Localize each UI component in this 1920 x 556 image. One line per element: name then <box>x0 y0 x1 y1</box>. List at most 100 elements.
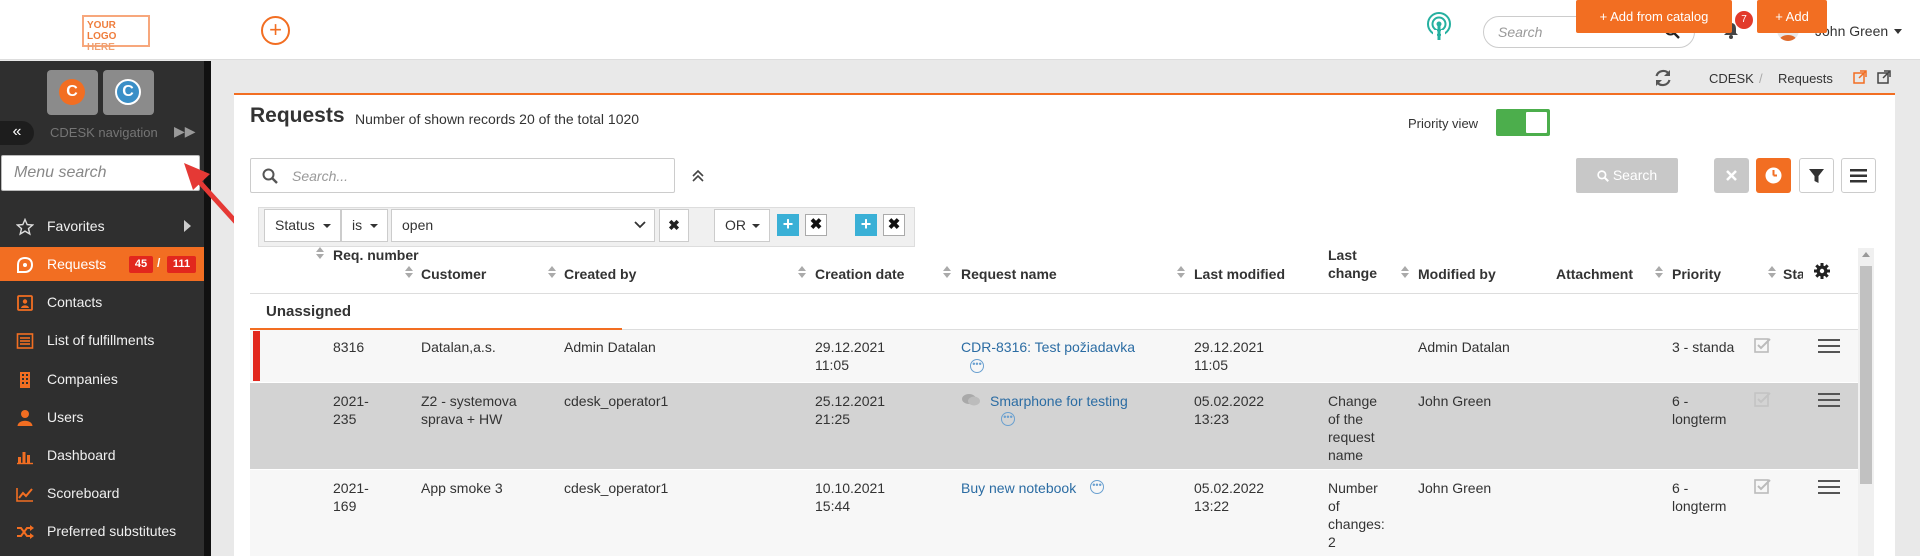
filter-button[interactable] <box>1799 158 1834 193</box>
group-header: Unassigned <box>266 303 352 320</box>
refresh-icon[interactable] <box>1653 68 1673 88</box>
navigation-label: CDESK navigation <box>50 125 158 140</box>
sort-icon[interactable] <box>1401 266 1409 278</box>
column-last-change[interactable]: Last change <box>1328 246 1388 282</box>
filter-operator-select[interactable]: is <box>341 209 388 242</box>
cell-last-change: Change of the request name <box>1328 393 1378 463</box>
comment-icon <box>961 393 981 407</box>
column-modified-by[interactable]: Modified by <box>1418 265 1496 283</box>
logic-operator-select[interactable]: OR <box>714 209 770 242</box>
column-last-modified[interactable]: Last modified <box>1194 265 1285 283</box>
request-link[interactable]: CDR-8316: Test požiadavka <box>961 338 1135 356</box>
column-request-name[interactable]: Request name <box>961 265 1057 283</box>
notification-badge: 7 <box>1735 11 1753 29</box>
cell-customer: App smoke 3 <box>421 480 503 496</box>
menu-button[interactable] <box>1841 158 1876 193</box>
collapse-sidebar-icon[interactable]: « <box>0 121 34 145</box>
remove-group-button[interactable]: ✖ <box>805 214 827 236</box>
user-menu-caret-icon[interactable] <box>1894 29 1902 34</box>
column-creation-date[interactable]: Creation date <box>815 265 904 283</box>
sidebar-item-dashboard[interactable]: Dashboard <box>0 438 204 472</box>
more-options-icon[interactable]: ••• <box>970 357 984 374</box>
add-condition-button[interactable]: + <box>777 214 799 236</box>
more-options-icon[interactable]: ••• <box>1001 410 1015 427</box>
broadcast-icon[interactable] <box>1426 12 1452 42</box>
sort-icon[interactable] <box>405 266 413 278</box>
sidebar-item-companies[interactable]: Companies <box>0 362 204 396</box>
checkbox-edit-icon[interactable] <box>1754 478 1772 494</box>
sort-icon[interactable] <box>316 247 324 259</box>
open-requests-badge: 45 <box>129 256 153 273</box>
column-customer[interactable]: Customer <box>421 265 486 283</box>
menu-search-input[interactable] <box>1 155 200 191</box>
cell-number: 8316 <box>333 339 365 355</box>
search-button[interactable]: Search <box>1576 158 1678 193</box>
filter-value-text: open <box>402 217 434 233</box>
sort-icon[interactable] <box>1177 266 1185 278</box>
quick-add-button[interactable]: + <box>261 16 290 45</box>
sidebar-item-requests[interactable]: Requests 45 / 111 <box>0 247 204 281</box>
row-menu-icon[interactable] <box>1818 479 1840 495</box>
request-link[interactable]: Buy new notebook <box>961 479 1076 497</box>
sidebar-item-favorites[interactable]: Favorites <box>0 209 204 243</box>
cdesk-app-button[interactable]: C <box>47 70 98 115</box>
request-link[interactable]: Smarphone for testing <box>990 392 1128 410</box>
sort-icon[interactable] <box>548 266 556 278</box>
column-priority[interactable]: Priority <box>1672 265 1721 283</box>
filter-field-select[interactable]: Status <box>264 209 341 242</box>
breadcrumb-requests[interactable]: Requests <box>1778 71 1833 86</box>
records-info: Number of shown records 20 of the total … <box>355 111 640 127</box>
sort-icon[interactable] <box>1655 266 1663 278</box>
collapse-filters-icon[interactable] <box>690 168 706 184</box>
column-req-number[interactable]: Req. number <box>333 246 419 264</box>
add-group-button[interactable]: + <box>855 214 877 236</box>
company-logo[interactable]: YOUR LOGO HERE <box>82 15 150 53</box>
cdesk-logo-icon: C <box>59 79 85 105</box>
sort-icon[interactable] <box>1768 266 1776 278</box>
sidebar-item-preferred-substitutes[interactable]: Preferred substitutes <box>0 514 204 548</box>
row-menu-icon[interactable] <box>1818 392 1840 408</box>
scroll-up-icon[interactable] <box>1862 252 1870 257</box>
checkbox-edit-icon[interactable] <box>1754 391 1772 407</box>
sidebar-item-users[interactable]: Users <box>0 400 204 434</box>
cell-modified-by: John Green <box>1418 393 1492 409</box>
sidebar-item-label: Requests <box>47 256 107 272</box>
column-attachment[interactable]: Attachment <box>1556 265 1633 283</box>
sidebar-item-contacts[interactable]: Contacts <box>0 285 204 319</box>
remove-all-button[interactable]: ✖ <box>883 214 905 236</box>
funnel-icon <box>1809 169 1824 183</box>
secondary-app-button[interactable]: C <box>103 70 154 115</box>
remove-condition-button[interactable]: ✖ <box>659 209 689 242</box>
breadcrumb-cdesk[interactable]: CDESK <box>1709 71 1754 86</box>
sidebar-item-fulfillments[interactable]: List of fulfillments <box>0 323 204 357</box>
column-created-by[interactable]: Created by <box>564 265 636 283</box>
clear-filters-button[interactable] <box>1714 158 1749 193</box>
page-title: Requests <box>250 104 345 127</box>
history-button[interactable] <box>1756 158 1791 193</box>
sidebar-item-scoreboard[interactable]: Scoreboard <box>0 476 204 510</box>
more-options-icon[interactable]: ••• <box>1090 478 1104 495</box>
chevron-down-icon <box>370 224 378 228</box>
sidebar-item-label: Contacts <box>47 294 103 310</box>
open-external-icon[interactable] <box>1853 70 1867 84</box>
column-status[interactable]: Sta <box>1783 265 1803 283</box>
cell-priority: 6 - longterm <box>1672 480 1727 514</box>
priority-view-toggle[interactable] <box>1496 109 1550 136</box>
row-menu-icon[interactable] <box>1818 338 1840 354</box>
scrollbar-thumb[interactable] <box>1860 266 1872 484</box>
cell-created-by: cdesk_operator1 <box>564 393 669 409</box>
sort-icon[interactable] <box>943 266 951 278</box>
add-request-button[interactable]: + Add <box>1757 0 1827 33</box>
filter-field-value: Status <box>275 217 315 233</box>
sidebar-item-label: Dashboard <box>47 447 116 463</box>
cell-priority: 6 - longterm <box>1672 393 1727 427</box>
filter-value-select[interactable]: open <box>391 209 655 242</box>
add-from-catalog-button[interactable]: + Add from catalog <box>1576 0 1732 33</box>
sidebar-item-label: Companies <box>47 371 118 387</box>
checkbox-edit-icon[interactable] <box>1754 337 1772 353</box>
open-new-window-icon[interactable] <box>1877 70 1891 84</box>
expand-sidebar-icon[interactable]: ▶▶ <box>174 123 196 140</box>
sort-icon[interactable] <box>798 266 806 278</box>
request-search-input[interactable] <box>250 158 675 193</box>
gear-icon[interactable] <box>1813 262 1831 280</box>
